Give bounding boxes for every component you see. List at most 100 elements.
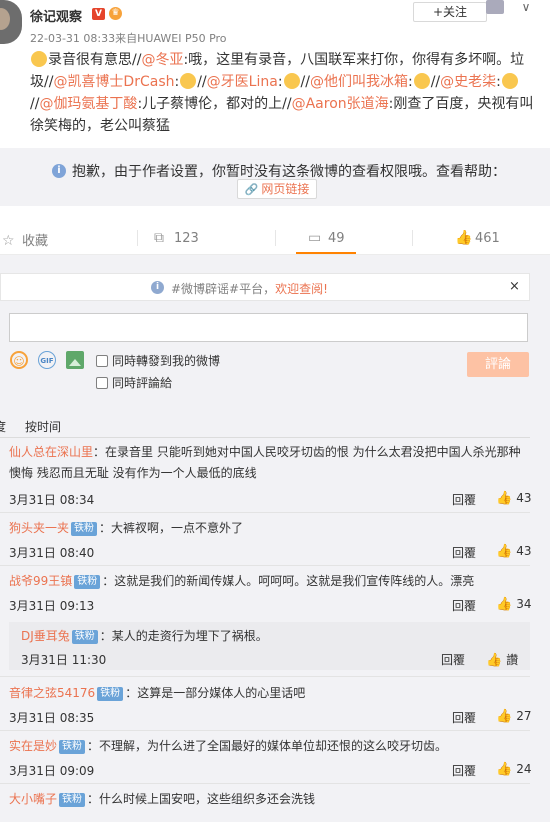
reply-button[interactable]: 回覆 bbox=[452, 597, 476, 614]
comment-user[interactable]: 战爷99王镇 bbox=[9, 574, 72, 588]
comment-user[interactable]: 狗头夹一夹 bbox=[9, 521, 69, 535]
emoji-icon bbox=[283, 73, 300, 89]
reply-button[interactable]: 回覆 bbox=[452, 491, 476, 508]
fan-badge: 铁粉 bbox=[97, 687, 124, 701]
comment-body: ：这就是我们的新闻传媒人。呵呵呵。这就是我们宣传阵线的人。漂亮 bbox=[102, 574, 475, 588]
comment-like-count: 27 bbox=[516, 709, 532, 723]
post-text-1: 录音很有意思// bbox=[48, 52, 142, 68]
emoji-icon bbox=[501, 73, 518, 89]
divider bbox=[0, 565, 530, 566]
comment-time: 3月31日 08:40 bbox=[9, 546, 95, 560]
checkbox[interactable] bbox=[96, 377, 108, 389]
comment-to-checkbox[interactable]: 同時評論給 bbox=[96, 374, 172, 391]
reply-button[interactable]: 回覆 bbox=[452, 709, 476, 726]
comment-like-button[interactable]: 👍 24 bbox=[496, 762, 531, 777]
chevron-down-icon[interactable]: ∨ bbox=[516, 0, 536, 14]
notice-prefix: #微博辟谣#平台， bbox=[171, 282, 276, 296]
favorite-button[interactable]: ☆ 收藏 bbox=[2, 230, 48, 249]
notice-link[interactable]: 欢迎查阅! bbox=[275, 282, 328, 296]
comment-body: ：什么时候上国安吧，这些组织多还会洗钱 bbox=[87, 792, 316, 806]
comment-text: 大小嘴子 铁粉 ：什么时候上国安吧，这些组织多还会洗钱 bbox=[9, 789, 524, 810]
author-name[interactable]: 徐记观察 bbox=[30, 6, 82, 25]
thumbs-up-icon: 👍 bbox=[496, 491, 513, 506]
checkbox[interactable] bbox=[96, 355, 108, 367]
sort-hot-tab[interactable]: 度 bbox=[0, 418, 6, 435]
repost-count: 123 bbox=[174, 231, 199, 246]
divider bbox=[0, 676, 530, 677]
fan-badge: 铁粉 bbox=[71, 630, 98, 644]
link-icon: 🔗 bbox=[244, 183, 259, 196]
comment-icon: ▭ bbox=[308, 230, 322, 246]
comment-user[interactable]: 大小嘴子 bbox=[9, 792, 57, 806]
comment-like-button[interactable]: 👍 43 bbox=[496, 544, 531, 559]
repost-button[interactable]: ⧉ 123 bbox=[154, 230, 199, 246]
thumbs-up-icon: 👍 bbox=[455, 230, 473, 246]
fan-badge: 铁粉 bbox=[74, 575, 101, 589]
comment-body: ：大裤衩啊，一点不意外了 bbox=[99, 521, 244, 535]
comment-like-button[interactable]: 👍 43 bbox=[496, 491, 531, 506]
comment-user[interactable]: 音律之弦54176 bbox=[9, 686, 95, 700]
divider bbox=[0, 437, 530, 438]
comment-body: ：不理解，为什么进了全国最好的媒体单位却还恨的这么咬牙切齿。 bbox=[87, 739, 448, 753]
mention-link[interactable]: @Aaron张道海 bbox=[292, 96, 389, 112]
mention-link[interactable]: @冬亚 bbox=[141, 52, 183, 68]
post-text-11: :儿子蔡博伦，都对的上// bbox=[137, 96, 292, 112]
post-card: 徐记观察 V ♛ +关注 ∨ 22-03-31 08:33来自HUAWEI P5… bbox=[0, 0, 550, 148]
post-action-bar: ☆ 收藏 ⧉ 123 ▭ 49 👍 461 bbox=[0, 224, 550, 252]
divider bbox=[0, 730, 530, 731]
comment-input[interactable] bbox=[9, 313, 528, 342]
like-count: 461 bbox=[475, 231, 500, 246]
post-text-7: : bbox=[407, 74, 413, 90]
thumbs-up-icon: 👍 bbox=[496, 597, 513, 612]
reply-button[interactable]: 回覆 bbox=[441, 651, 465, 668]
mention-link[interactable]: @他们叫我冰箱 bbox=[310, 74, 408, 90]
repost-checkbox[interactable]: 同時轉發到我的微博 bbox=[96, 352, 220, 369]
mention-link[interactable]: @史老柒 bbox=[440, 74, 496, 90]
comment-like-button[interactable]: 👍 27 bbox=[496, 709, 531, 724]
gif-icon[interactable]: GIF bbox=[38, 351, 56, 369]
post-text-4: // bbox=[197, 74, 207, 90]
repost-check-label: 同時轉發到我的微博 bbox=[112, 354, 221, 368]
emoji-icon[interactable]: ☺ bbox=[10, 351, 28, 369]
divider bbox=[0, 512, 530, 513]
favorite-label: 收藏 bbox=[22, 234, 49, 249]
comment-like-count: 43 bbox=[516, 544, 532, 558]
forbidden-message: 抱歉，由于作者设置，你暂时没有这条微博的查看权限哦。查看帮助： bbox=[72, 164, 506, 180]
web-link-button[interactable]: 🔗 网页链接 bbox=[237, 179, 317, 199]
comment-like-label: 讚 bbox=[506, 653, 519, 667]
comment-body: ：这算是一部分媒体人的心里话吧 bbox=[125, 686, 306, 700]
thumbs-up-icon: 👍 bbox=[496, 709, 513, 724]
mention-link[interactable]: @伽玛氨基丁酸 bbox=[39, 96, 137, 112]
info-icon: i bbox=[52, 164, 66, 178]
divider bbox=[412, 230, 413, 246]
close-icon[interactable]: × bbox=[509, 279, 520, 294]
comment-user[interactable]: 仙人总在深山里 bbox=[9, 445, 93, 459]
fan-badge: 铁粉 bbox=[59, 740, 86, 754]
comment-user[interactable]: DJ垂耳兔 bbox=[21, 629, 70, 643]
reply-button[interactable]: 回覆 bbox=[452, 544, 476, 561]
comment-button[interactable]: ▭ 49 bbox=[308, 230, 345, 246]
sort-time-tab[interactable]: 按时间 bbox=[25, 418, 61, 435]
post-text-3: : bbox=[174, 74, 180, 90]
post-text-6: // bbox=[300, 74, 310, 90]
star-icon: ☆ bbox=[2, 233, 15, 249]
author-avatar[interactable] bbox=[0, 0, 22, 44]
verified-badge: V bbox=[92, 8, 105, 20]
like-button[interactable]: 👍 461 bbox=[455, 230, 500, 246]
comment-like-count: 24 bbox=[516, 762, 532, 776]
submit-comment-button[interactable]: 評論 bbox=[467, 352, 529, 377]
emoji-icon bbox=[31, 51, 47, 67]
mention-link[interactable]: @牙医Lina bbox=[207, 74, 278, 90]
comment-like-button[interactable]: 👍 34 bbox=[496, 597, 531, 612]
image-icon[interactable] bbox=[66, 351, 84, 369]
mention-link[interactable]: @凯喜博士DrCash bbox=[53, 74, 174, 90]
divider bbox=[275, 230, 276, 246]
reply-text: DJ垂耳兔 铁粉 ：某人的走资行为埋下了祸根。 bbox=[21, 626, 521, 647]
follow-button[interactable]: +关注 bbox=[413, 2, 487, 22]
repost-icon: ⧉ bbox=[154, 230, 164, 246]
web-link-label: 网页链接 bbox=[261, 182, 310, 196]
comment-like-button[interactable]: 👍 讚 bbox=[486, 651, 518, 668]
reply-button[interactable]: 回覆 bbox=[452, 762, 476, 779]
info-icon: i bbox=[151, 281, 164, 294]
comment-user[interactable]: 实在是妙 bbox=[9, 739, 57, 753]
